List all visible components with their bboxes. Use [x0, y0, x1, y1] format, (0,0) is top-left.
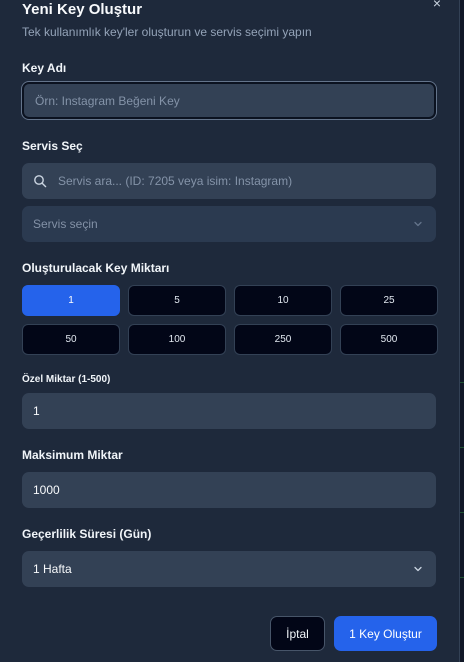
max-amount-input[interactable]: 1000	[22, 472, 436, 508]
dialog-subtitle: Tek kullanımlık key'ler oluşturun ve ser…	[22, 25, 312, 39]
quantity-option-25[interactable]: 25	[340, 285, 438, 316]
create-key-button[interactable]: 1 Key Oluştur	[334, 616, 437, 651]
quantity-option-500[interactable]: 500	[340, 324, 438, 355]
service-select[interactable]: Servis seçin	[22, 206, 436, 242]
chevron-down-icon	[413, 564, 423, 574]
quantity-option-10[interactable]: 10	[234, 285, 332, 316]
quantity-option-1[interactable]: 1	[22, 285, 120, 316]
key-name-input[interactable]: Örn: Instagram Beğeni Key	[22, 82, 436, 119]
validity-value: 1 Hafta	[33, 562, 72, 576]
cancel-button[interactable]: İptal	[270, 616, 325, 651]
service-label: Servis Seç	[22, 139, 83, 153]
validity-select[interactable]: 1 Hafta	[22, 551, 436, 587]
chevron-down-icon	[413, 219, 423, 229]
validity-label: Geçerlilik Süresi (Gün)	[22, 527, 152, 541]
quantity-option-250[interactable]: 250	[234, 324, 332, 355]
quantity-options: 1 5 10 25 50 100 250 500	[22, 285, 438, 355]
quantity-option-5[interactable]: 5	[128, 285, 226, 316]
service-select-placeholder: Servis seçin	[33, 217, 98, 231]
quantity-option-100[interactable]: 100	[128, 324, 226, 355]
service-search-input[interactable]: Servis ara... (ID: 7205 veya isim: Insta…	[22, 163, 436, 199]
search-icon	[33, 174, 47, 188]
close-icon[interactable]: ×	[430, 0, 444, 10]
service-search-placeholder: Servis ara... (ID: 7205 veya isim: Insta…	[58, 174, 293, 188]
background-edge	[460, 0, 464, 662]
create-key-dialog: Yeni Key Oluştur Tek kullanımlık key'ler…	[0, 0, 460, 662]
dialog-title: Yeni Key Oluştur	[22, 1, 143, 18]
quantity-option-50[interactable]: 50	[22, 324, 120, 355]
max-amount-label: Maksimum Miktar	[22, 448, 123, 462]
key-name-label: Key Adı	[22, 61, 67, 75]
quantity-label: Oluşturulacak Key Miktarı	[22, 261, 170, 275]
custom-quantity-label: Özel Miktar (1-500)	[22, 374, 111, 385]
custom-quantity-input[interactable]: 1	[22, 393, 436, 429]
